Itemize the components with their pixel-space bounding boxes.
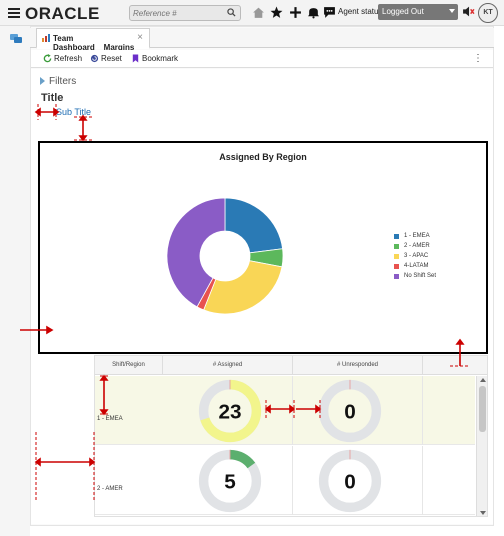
assigned-by-region-chart: Assigned By Region 1 - EMEA 2 - AMER 3 - A… <box>38 141 488 354</box>
dashboard-icon <box>42 34 50 42</box>
notification-icon[interactable] <box>307 6 320 19</box>
header-unresponded[interactable]: # Unresponded <box>293 356 423 375</box>
legend-swatch <box>394 233 399 239</box>
header-shift-region[interactable]: Shift/Region <box>95 356 163 375</box>
table-row[interactable]: 1 - EMEA 23 0 <box>95 376 475 445</box>
gauge-ring: 0 <box>318 379 382 443</box>
gauge-value: 5 <box>224 471 236 494</box>
row-region-label: 1 - EMEA <box>97 416 123 422</box>
table-row[interactable]: 2 - AMER 5 0 <box>95 446 475 515</box>
gauge-value: 0 <box>344 401 356 424</box>
top-bar: ORACLE Agent status: Logged Out KT <box>0 0 504 26</box>
legend-swatch <box>394 263 399 269</box>
scroll-up-icon[interactable] <box>480 378 486 382</box>
refresh-label: Refresh <box>54 54 83 63</box>
legend-item[interactable]: No Shift Set <box>394 271 436 281</box>
scroll-down-icon[interactable] <box>480 511 486 515</box>
gauge-value: 23 <box>218 401 241 424</box>
legend-item[interactable]: 2 - AMER <box>394 241 436 251</box>
table-scrollbar[interactable] <box>476 376 487 516</box>
expand-icon <box>40 77 45 85</box>
gauge-ring: 23 <box>198 379 262 443</box>
row-region-label: 2 - AMER <box>97 486 123 492</box>
legend-item[interactable]: 4-LATAM <box>394 261 436 271</box>
oracle-logo: ORACLE <box>25 4 100 23</box>
donut-chart <box>166 197 284 315</box>
toolbar: Refresh Reset Bookmark ⋮ <box>31 50 493 68</box>
bookmark-button[interactable]: Bookmark <box>131 54 178 63</box>
legend-label: 2 - AMER <box>404 243 430 249</box>
unresponded-cell[interactable]: 0 <box>293 376 423 445</box>
bookmark-label: Bookmark <box>142 54 179 63</box>
reset-button[interactable]: Reset <box>90 54 122 63</box>
legend-swatch <box>394 243 399 249</box>
agent-status-select[interactable]: Logged Out <box>378 4 458 20</box>
legend-item[interactable]: 1 - EMEA <box>394 231 436 241</box>
gauge-ring: 5 <box>198 449 262 513</box>
star-icon[interactable] <box>270 6 283 19</box>
reset-label: Reset <box>101 54 122 63</box>
left-rail <box>0 26 30 536</box>
slice-3-apac[interactable] <box>203 260 283 315</box>
reference-search[interactable] <box>129 5 241 21</box>
search-input[interactable] <box>133 7 223 19</box>
legend-swatch <box>394 253 399 259</box>
chat-status-icon[interactable] <box>323 6 336 19</box>
scroll-thumb[interactable] <box>479 386 486 432</box>
bookmark-icon <box>132 54 139 63</box>
slice-1-emea[interactable] <box>224 197 283 254</box>
assigned-cell[interactable]: 5 <box>163 446 293 515</box>
page-title: Title <box>41 92 64 104</box>
legend-label: No Shift Set <box>404 273 437 279</box>
refresh-icon <box>43 54 52 63</box>
plus-icon[interactable] <box>289 6 302 19</box>
chat-icon[interactable] <box>10 34 22 44</box>
tab-team-dashboard[interactable]: Team Dashboard__Margins × <box>36 28 150 52</box>
gauge-ring: 0 <box>318 449 382 513</box>
assigned-cell[interactable]: 23 <box>163 376 293 445</box>
agent-status-value: Logged Out <box>382 7 424 16</box>
reset-icon <box>90 54 99 63</box>
region-table: Shift/Region # Assigned # Unresponded 1 … <box>94 355 488 517</box>
filters-toggle[interactable]: Filters <box>40 76 76 87</box>
search-icon[interactable] <box>227 8 236 17</box>
header-assigned[interactable]: # Assigned <box>163 356 293 375</box>
page-subtitle[interactable]: Sub Title <box>56 107 91 117</box>
chart-title: Assigned By Region <box>219 152 307 162</box>
close-icon[interactable]: × <box>137 32 143 43</box>
chevron-down-icon <box>449 9 455 13</box>
gauge-value: 0 <box>344 471 356 494</box>
home-icon[interactable] <box>252 6 265 19</box>
more-options-icon[interactable]: ⋮ <box>473 53 483 64</box>
chart-legend: 1 - EMEA 2 - AMER 3 - APAC 4-LATAM No Shift … <box>394 231 436 281</box>
avatar[interactable]: KT <box>478 3 498 23</box>
filters-label: Filters <box>49 76 77 87</box>
tab-bar: Team Dashboard__Margins × <box>30 28 494 52</box>
menu-icon[interactable] <box>8 8 20 18</box>
refresh-button[interactable]: Refresh <box>43 54 82 63</box>
unresponded-cell[interactable]: 0 <box>293 446 423 515</box>
legend-swatch <box>394 273 399 279</box>
legend-label: 4-LATAM <box>404 263 429 269</box>
legend-label: 1 - EMEA <box>404 233 430 239</box>
legend-item[interactable]: 3 - APAC <box>394 251 436 261</box>
mute-icon[interactable] <box>462 5 475 18</box>
table-header: Shift/Region # Assigned # Unresponded <box>95 356 487 375</box>
legend-label: 3 - APAC <box>404 253 429 259</box>
